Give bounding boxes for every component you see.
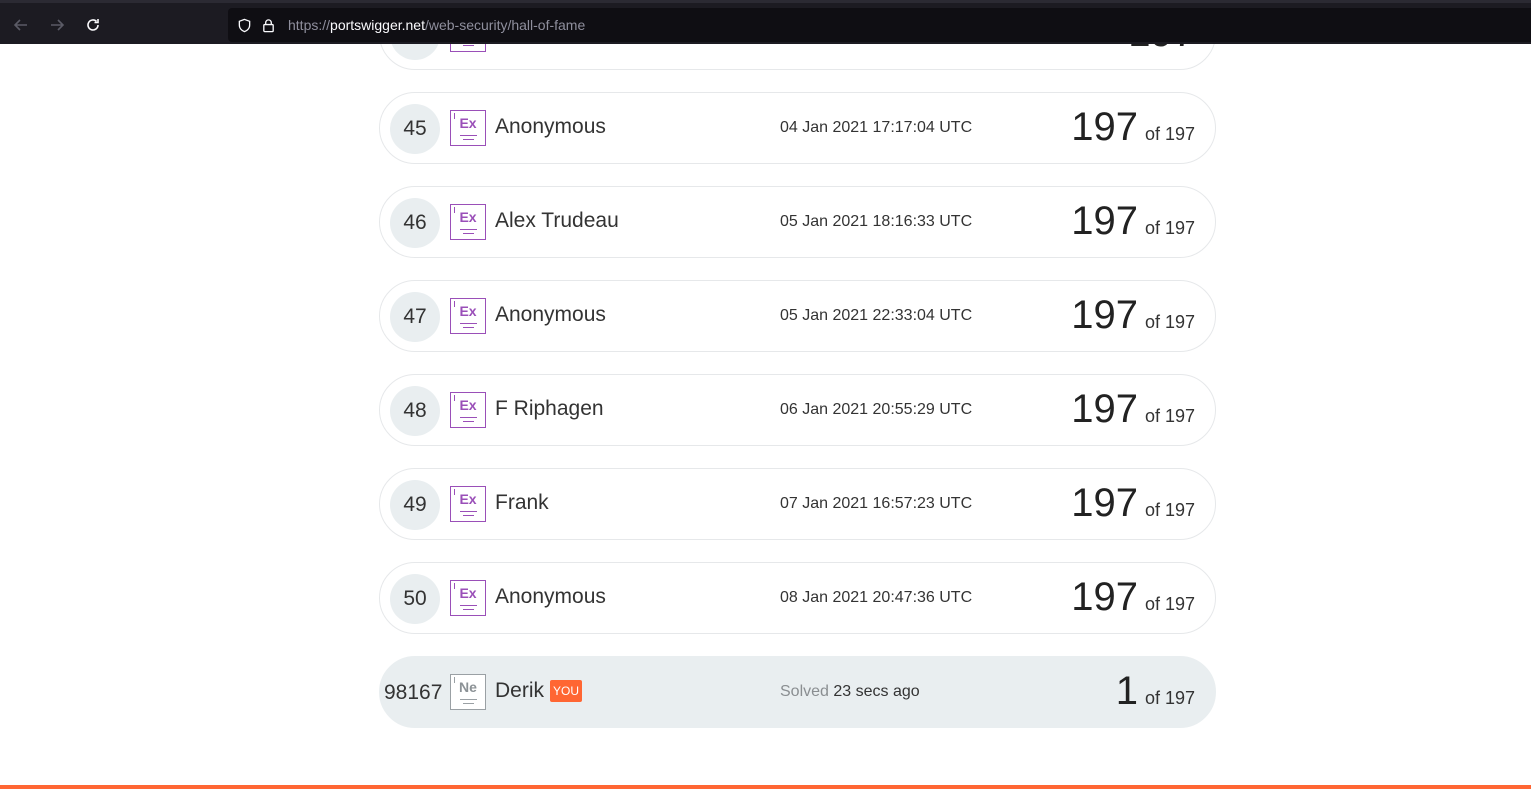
- user-name: F Riphagen: [495, 397, 604, 420]
- rank: 49: [390, 480, 440, 530]
- rank: 50: [390, 574, 440, 624]
- user-name: Anonymous: [495, 303, 606, 326]
- back-button[interactable]: [8, 12, 34, 38]
- leaderboard-row: 47 Ex Anonymous 05 Jan 2021 22:33:04 UTC…: [379, 280, 1216, 352]
- expert-badge-icon: Ex: [450, 580, 486, 616]
- browser-toolbar: https://portswigger.net/web-security/hal…: [0, 0, 1531, 44]
- leaderboard-row: 46 Ex Alex Trudeau 05 Jan 2021 18:16:33 …: [379, 186, 1216, 258]
- score-total: of 197: [1144, 594, 1195, 614]
- rank: 98167: [384, 681, 443, 704]
- score-value: 1: [1115, 669, 1138, 713]
- score-total: of 197: [1144, 218, 1195, 238]
- url-bar[interactable]: https://portswigger.net/web-security/hal…: [228, 8, 1531, 42]
- back-arrow-icon: [13, 19, 27, 31]
- score: 197 of 197: [1071, 575, 1195, 620]
- leaderboard-row: 48 Ex F Riphagen 06 Jan 2021 20:55:29 UT…: [379, 374, 1216, 446]
- completion-date: 05 Jan 2021 18:16:33 UTC: [780, 213, 973, 230]
- score-total: of 197: [1144, 406, 1195, 426]
- score: 197 of 197: [1071, 481, 1195, 526]
- score-total: of 197: [1144, 500, 1195, 520]
- you-tag: YOU: [550, 680, 583, 702]
- expert-badge-icon: Ex: [450, 486, 486, 522]
- score: 197 of 197: [1071, 199, 1195, 244]
- completion-date: 04 Jan 2021 17:17:04 UTC: [780, 119, 973, 136]
- lock-icon[interactable]: [260, 17, 276, 33]
- score-value: 197: [1071, 199, 1138, 243]
- rank-circle: [390, 44, 440, 60]
- footer-divider: [0, 785, 1531, 789]
- completion-date: 07 Jan 2021 16:57:23 UTC: [780, 495, 973, 512]
- solved-time: Solved 23 secs ago: [780, 683, 920, 701]
- score: 197: [1128, 44, 1195, 56]
- score-total: of 197: [1144, 312, 1195, 332]
- expert-badge-icon: Ex: [450, 298, 486, 334]
- score-value: 197: [1071, 293, 1138, 337]
- score-value: 197: [1071, 105, 1138, 149]
- forward-button[interactable]: [44, 12, 70, 38]
- completion-date: 05 Jan 2021 22:33:04 UTC: [780, 307, 973, 324]
- score: 1 of 197: [1116, 669, 1195, 714]
- reload-icon: [87, 19, 99, 31]
- completion-date: 08 Jan 2021 20:47:36 UTC: [780, 589, 973, 606]
- expert-badge-icon: Ex: [450, 204, 486, 240]
- url-text[interactable]: https://portswigger.net/web-security/hal…: [288, 17, 585, 33]
- user-name: Derik YOU: [495, 679, 583, 703]
- rank: 45: [390, 104, 440, 154]
- user-name: Frank: [495, 491, 549, 514]
- score-value: 197: [1071, 575, 1138, 619]
- score-total: of 197: [1144, 688, 1195, 708]
- forward-arrow-icon: [51, 19, 65, 31]
- reload-button[interactable]: [80, 12, 106, 38]
- rank: 48: [390, 386, 440, 436]
- score: 197 of 197: [1071, 293, 1195, 338]
- leaderboard-row: 45 Ex Anonymous 04 Jan 2021 17:17:04 UTC…: [379, 92, 1216, 164]
- score: 197 of 197: [1071, 387, 1195, 432]
- newbie-badge-icon: Ne: [450, 674, 486, 710]
- score: 197 of 197: [1071, 105, 1195, 150]
- solved-ago: 23 secs ago: [833, 683, 920, 700]
- shield-icon[interactable]: [236, 17, 252, 33]
- user-name: Anonymous: [495, 585, 606, 608]
- score-value: 197: [1128, 44, 1195, 56]
- expert-badge-icon: Ex: [450, 110, 486, 146]
- leaderboard-row: 50 Ex Anonymous 08 Jan 2021 20:47:36 UTC…: [379, 562, 1216, 634]
- user-name-text: Derik: [495, 679, 545, 702]
- expert-badge-icon: Ex: [450, 392, 486, 428]
- expert-badge-icon: [450, 44, 486, 52]
- leaderboard-row-partial: 197: [379, 44, 1216, 70]
- score-value: 197: [1071, 387, 1138, 431]
- current-user-row: 98167 Ne Derik YOU Solved 23 secs ago 1 …: [379, 656, 1216, 728]
- rank: 46: [390, 198, 440, 248]
- user-name: Anonymous: [495, 115, 606, 138]
- score-total: of 197: [1144, 124, 1195, 144]
- score-value: 197: [1071, 481, 1138, 525]
- leaderboard-row: 49 Ex Frank 07 Jan 2021 16:57:23 UTC 197…: [379, 468, 1216, 540]
- completion-date: 06 Jan 2021 20:55:29 UTC: [780, 401, 973, 418]
- rank: 47: [390, 292, 440, 342]
- solved-label: Solved: [780, 683, 829, 700]
- hall-of-fame-page: 197 45 Ex Anonymous 04 Jan 2021 17:17:04…: [0, 44, 1531, 789]
- user-name: Alex Trudeau: [495, 209, 619, 232]
